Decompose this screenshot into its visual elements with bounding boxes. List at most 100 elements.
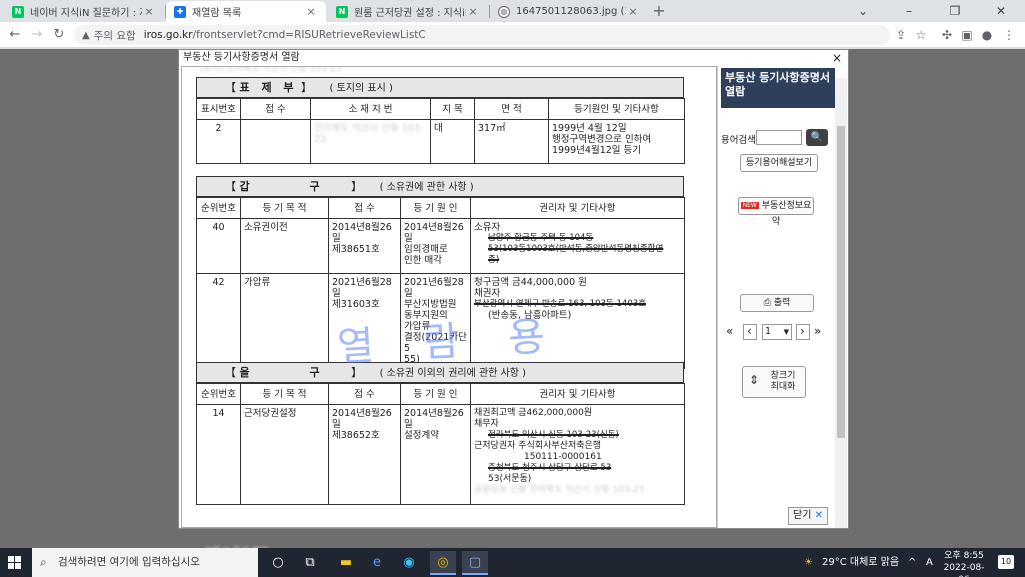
last-page-icon[interactable]: » xyxy=(814,324,821,338)
menu-kebab-icon[interactable]: ⋮ xyxy=(1000,26,1018,44)
column-header: 등 기 목 적 xyxy=(240,197,329,219)
holder-claim: 청구금액 금44,000,000 원 채권자 xyxy=(474,277,587,299)
browser-toolbar: ← → ↻ ▲ 주의 요함 iros.go.kr /frontservlet?c… xyxy=(0,22,1025,48)
close-icon: ✕ xyxy=(814,510,823,521)
document-view[interactable]: [토지] 전라북도 익산시 신동 103-23 【 표 제 부 】 ( 토지의 … xyxy=(181,66,717,528)
holder-label: 소유자 xyxy=(474,222,501,233)
taskbar-clock[interactable]: 오후 8:55 2022-08-06 xyxy=(938,550,990,577)
tab-close-icon[interactable]: × xyxy=(626,5,640,18)
section-title: 표 제 부 xyxy=(239,81,298,94)
bookmark-star-icon[interactable]: ☆ xyxy=(912,26,930,44)
extensions-icon[interactable]: ✣ xyxy=(938,26,956,44)
address-bar[interactable]: ▲ 주의 요함 iros.go.kr /frontservlet?cmd=RIS… xyxy=(74,25,890,45)
tab-close-icon[interactable]: × xyxy=(304,5,318,18)
column-header: 순위번호 xyxy=(196,383,241,405)
table-row: 40 소유권이전 2014년8월26일 제38651호 2014년8월26일 임… xyxy=(196,218,685,274)
table-header-row: 순위번호 등 기 목 적 접 수 등 기 원 인 권리자 및 기타사항 xyxy=(196,383,685,405)
joint-collateral-text: 공동담보 건물 전라북도 익산시 신동 103-23 xyxy=(474,485,645,495)
cell-received: 2014년8월26일 제38652호 xyxy=(328,404,401,505)
cell-cause: 2014년8월26일 임의경매로 인한 매각 xyxy=(400,218,471,274)
mortgagee: 근저당권자 주식회사부산저축은행 xyxy=(474,441,602,451)
tab-label: 네이버 지식iN 질문하기 : 지식iN xyxy=(30,8,142,19)
search-icon[interactable]: 🔍 xyxy=(806,129,828,146)
profile-icon[interactable]: ● xyxy=(978,26,996,44)
print-label: 출력 xyxy=(773,298,791,308)
section-header-gapgu: 【 갑 구 】 ( 소유권에 관한 사항 ) xyxy=(196,176,684,197)
minimize-icon[interactable]: – xyxy=(886,1,932,21)
reload-icon[interactable]: ↻ xyxy=(50,26,68,44)
cell-no: 2 xyxy=(196,119,241,164)
pyojebu-table: 표시번호 접 수 소 재 지 번 지 목 면 적 등기원인 및 기타사항 2 전… xyxy=(196,98,685,164)
print-button[interactable]: ⎙ 출력 xyxy=(740,294,814,312)
browser-tab-3[interactable]: N 원룸 근저당권 설정 : 지식iN × xyxy=(328,1,488,22)
weather-text[interactable]: 29°C 대체로 맑음 xyxy=(822,548,899,577)
back-icon[interactable]: ← xyxy=(6,26,24,44)
window-close-icon[interactable]: ✕ xyxy=(978,1,1024,21)
section-header-pyojebu: 【 표 제 부 】 ( 토지의 표시 ) xyxy=(196,77,684,98)
taskbar-search-box[interactable]: ⌕ 검색하려면 여기에 입력하십시오 xyxy=(32,548,258,577)
next-page-icon[interactable]: › xyxy=(800,324,805,338)
bracket: 【 xyxy=(225,180,236,193)
term-search-input[interactable] xyxy=(756,130,802,145)
bracket: 【 xyxy=(225,81,236,94)
page-select-value: 1 xyxy=(765,326,772,337)
windows-start-icon[interactable] xyxy=(8,556,21,569)
forward-icon[interactable]: → xyxy=(28,26,46,44)
cell-category: 대 xyxy=(430,119,475,164)
browser-tab-2[interactable]: ✚ 재열람 목록 × xyxy=(166,1,326,22)
glossary-button[interactable]: 등기용어해설보기 xyxy=(740,154,818,172)
prev-page-icon[interactable]: ‹ xyxy=(747,324,752,338)
weather-icon[interactable]: ☀ xyxy=(804,548,813,577)
new-tab-icon[interactable]: + xyxy=(650,1,668,20)
side-panel-icon[interactable]: ▣ xyxy=(958,26,976,44)
viewer-side-panel: 부동산 등기사항증명서 열람 용어검색 🔍 등기용어해설보기 NEW 부동산정보… xyxy=(717,66,838,528)
section-header-eulgu: 【 을 구 】 ( 소유권 이외의 권리에 관한 사항 ) xyxy=(196,362,684,383)
mortgagee-address: 53(서문동) xyxy=(488,474,532,484)
eulgu-table: 순위번호 등 기 목 적 접 수 등 기 원 인 권리자 및 기타사항 14 근… xyxy=(196,383,685,505)
maximize-window-button[interactable]: ⇕ 창크기 최대화 xyxy=(742,366,806,398)
side-scrollbar-thumb[interactable] xyxy=(837,126,845,438)
cortana-icon[interactable]: ○ xyxy=(265,551,291,575)
tray-expand-icon[interactable]: ^ xyxy=(908,548,916,577)
ime-indicator[interactable]: A xyxy=(926,548,933,577)
file-explorer-icon[interactable]: ▬ xyxy=(333,551,359,575)
app-window-icon[interactable]: ▢ xyxy=(462,551,488,575)
tab-close-icon[interactable]: × xyxy=(142,5,156,18)
column-header: 면 적 xyxy=(474,98,549,120)
restore-icon[interactable]: ❐ xyxy=(932,1,978,21)
column-header: 등 기 원 인 xyxy=(400,197,471,219)
task-view-icon[interactable]: ⧉ xyxy=(297,551,323,575)
holder-address: (반송동, 남흥아파트) xyxy=(488,310,572,321)
first-page-icon[interactable]: « xyxy=(726,324,733,338)
cell-purpose: 근저당권설정 xyxy=(240,404,329,505)
share-icon[interactable]: ⇪ xyxy=(892,26,910,44)
popup-close-icon[interactable]: × xyxy=(832,50,842,66)
edge-legacy-icon[interactable]: e xyxy=(364,551,390,575)
tab-close-icon[interactable]: × xyxy=(466,5,480,18)
column-header: 지 목 xyxy=(430,98,475,120)
chrome-icon[interactable]: ◎ xyxy=(430,551,456,575)
chevron-down-icon[interactable]: ⌄ xyxy=(840,1,886,21)
table-header-row: 순위번호 등 기 목 적 접 수 등 기 원 인 권리자 및 기타사항 xyxy=(196,197,685,219)
mortgagee-reg-no: 150111-0000161 xyxy=(524,452,602,462)
url-host: iros.go.kr xyxy=(143,29,193,41)
maximize-label-2: 최대화 xyxy=(770,382,796,392)
section-subtitle: ( 소유권 이외의 권리에 관한 사항 ) xyxy=(379,368,527,379)
section-subtitle: ( 토지의 표시 ) xyxy=(329,83,393,94)
cell-cause: 2014년8월26일 설정계약 xyxy=(400,404,471,505)
close-viewer-button[interactable]: 닫기 ✕ xyxy=(788,507,828,525)
taskbar-search-placeholder: 검색하려면 여기에 입력하십시오 xyxy=(58,556,200,568)
warning-icon: ▲ xyxy=(82,29,90,41)
column-header: 등 기 원 인 xyxy=(400,383,471,405)
cell-no: 42 xyxy=(196,273,241,369)
browser-tab-1[interactable]: N 네이버 지식iN 질문하기 : 지식iN × xyxy=(4,1,164,22)
page-select[interactable]: 1 ▼ xyxy=(762,324,792,340)
holder-redacted: 부산광역시 연제구 반송로 163, 103동 1403호 xyxy=(474,299,646,309)
browser-tab-4[interactable]: ◍ 1647501128063.jpg (1080×1665) × xyxy=(490,1,648,22)
cell-received: 2014년8월26일 제38651호 xyxy=(328,218,401,274)
joint-collateral: 공동담보 건물 전라북도 익산시 신동 103-23 xyxy=(474,485,681,496)
summary-button[interactable]: NEW 부동산정보요약 xyxy=(738,197,814,227)
notification-icon[interactable]: 10 xyxy=(998,555,1014,569)
close-viewer-label: 닫기 xyxy=(793,510,812,521)
edge-icon[interactable]: ◉ xyxy=(396,551,422,575)
